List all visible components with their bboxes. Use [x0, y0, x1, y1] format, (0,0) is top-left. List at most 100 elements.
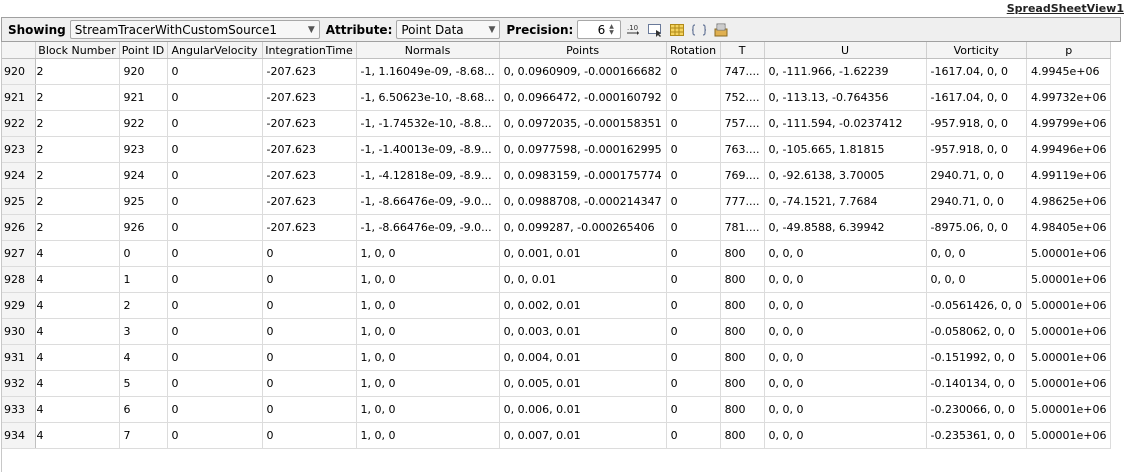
table-cell[interactable]: 0, 0.0960909, -0.000166682	[499, 58, 667, 85]
table-row[interactable]: 928 4 1 0 0 1, 0, 0 0, 0, 0.01 0 800 0, 0, 0 0, 0,…	[2, 266, 1112, 293]
row-header[interactable]: 931	[2, 344, 36, 371]
table-cell[interactable]: 0, 0.006, 0.01	[499, 396, 667, 423]
table-cell[interactable]: 0, -113.13, -0.764356	[764, 84, 927, 111]
table-cell[interactable]: 800	[720, 266, 765, 293]
table-cell[interactable]: 0	[119, 240, 168, 267]
table-cell[interactable]: 4	[35, 422, 120, 449]
table-cell[interactable]: 5	[119, 370, 168, 397]
table-cell[interactable]: 0, 0, 0	[926, 266, 1027, 293]
table-cell[interactable]: 0, 0, 0	[764, 292, 927, 319]
table-cell[interactable]: -207.623	[262, 214, 357, 241]
table-cell[interactable]: 0	[167, 58, 263, 85]
table-cell[interactable]: 6	[119, 396, 168, 423]
table-cell[interactable]: 4.98625e+06	[1026, 188, 1112, 215]
select-cells-button[interactable]	[645, 20, 665, 40]
table-cell[interactable]: 0, 0, 0	[764, 266, 927, 293]
table-row[interactable]: 930 4 3 0 0 1, 0, 0 0, 0.003, 0.01 0 800 0, 0, 0-…	[2, 318, 1112, 345]
table-row[interactable]: 922 2 922 0 -207.623 -1, -1.74532e-10, -8.8..…	[2, 110, 1112, 137]
table-cell[interactable]: 747....	[720, 58, 765, 85]
table-cell[interactable]: 5.00001e+06	[1026, 240, 1112, 267]
row-header[interactable]: 933	[2, 396, 36, 423]
column-header[interactable]: T	[720, 42, 765, 59]
table-cell[interactable]: 0	[262, 396, 357, 423]
table-cell[interactable]: 0	[167, 136, 263, 163]
table-cell[interactable]: 4	[35, 370, 120, 397]
table-cell[interactable]: 924	[119, 162, 168, 189]
table-cell[interactable]: 0	[666, 84, 721, 111]
table-cell[interactable]: 0, 0.0972035, -0.000158351	[499, 110, 667, 137]
table-cell[interactable]: -1, -1.74532e-10, -8.8...	[356, 110, 500, 137]
column-header[interactable]: Normals	[356, 42, 500, 59]
row-header[interactable]: 929	[2, 292, 36, 319]
source-select[interactable]: StreamTracerWithCustomSource1 ▼	[69, 20, 320, 39]
column-header[interactable]: IntegrationTime	[262, 42, 357, 59]
row-header[interactable]: 932	[2, 370, 36, 397]
table-cell[interactable]: 0	[666, 136, 721, 163]
table-cell[interactable]: 2940.71, 0, 0	[926, 188, 1027, 215]
row-header[interactable]: 923	[2, 136, 36, 163]
table-cell[interactable]: 0, 0, 0	[764, 370, 927, 397]
column-header[interactable]: Points	[499, 42, 667, 59]
table-cell[interactable]: 0	[262, 292, 357, 319]
table-cell[interactable]: 0	[262, 370, 357, 397]
table-cell[interactable]: 0	[666, 292, 721, 319]
table-cell[interactable]: 3	[119, 318, 168, 345]
table-cell[interactable]: 0	[262, 240, 357, 267]
table-cell[interactable]: 769....	[720, 162, 765, 189]
table-cell[interactable]: 0	[167, 422, 263, 449]
table-cell[interactable]: 4	[35, 396, 120, 423]
table-cell[interactable]: 921	[119, 84, 168, 111]
table-cell[interactable]: -1, -4.12818e-09, -8.9...	[356, 162, 500, 189]
row-header[interactable]: 934	[2, 422, 36, 449]
table-cell[interactable]: 0	[262, 266, 357, 293]
table-cell[interactable]: 0, 0.003, 0.01	[499, 318, 667, 345]
table-cell[interactable]: 1, 0, 0	[356, 370, 500, 397]
table-cell[interactable]: 4	[35, 292, 120, 319]
table-cell[interactable]: 0	[167, 162, 263, 189]
table-cell[interactable]: 5.00001e+06	[1026, 344, 1112, 371]
table-cell[interactable]: -207.623	[262, 136, 357, 163]
table-cell[interactable]: 0, 0.005, 0.01	[499, 370, 667, 397]
table-cell[interactable]: 800	[720, 422, 765, 449]
fixed-notation-button[interactable]: .10	[623, 20, 643, 40]
table-cell[interactable]: 2	[35, 84, 120, 111]
row-header[interactable]: 925	[2, 188, 36, 215]
table-cell[interactable]: 4	[35, 240, 120, 267]
column-header[interactable]: Point ID	[119, 42, 168, 59]
table-cell[interactable]: -957.918, 0, 0	[926, 136, 1027, 163]
table-cell[interactable]: 923	[119, 136, 168, 163]
row-header[interactable]: 926	[2, 214, 36, 241]
table-cell[interactable]: 0	[666, 266, 721, 293]
table-cell[interactable]: 0, 0.0988708, -0.000214347	[499, 188, 667, 215]
spreadsheet-table-area[interactable]: Block Number Point ID AngularVelocity Integ…	[1, 42, 1122, 472]
table-cell[interactable]: 5.00001e+06	[1026, 266, 1112, 293]
table-cell[interactable]: 4.98405e+06	[1026, 214, 1112, 241]
table-cell[interactable]: 1, 0, 0	[356, 240, 500, 267]
table-cell[interactable]: 0	[262, 422, 357, 449]
table-cell[interactable]: 4.99732e+06	[1026, 84, 1112, 111]
table-cell[interactable]: 0, -111.966, -1.62239	[764, 58, 927, 85]
table-cell[interactable]: 4.99119e+06	[1026, 162, 1112, 189]
table-cell[interactable]: 0	[666, 370, 721, 397]
table-cell[interactable]: 1, 0, 0	[356, 266, 500, 293]
table-cell[interactable]: 0	[666, 58, 721, 85]
table-cell[interactable]: 1	[119, 266, 168, 293]
table-cell[interactable]: 800	[720, 240, 765, 267]
table-cell[interactable]: 0	[167, 396, 263, 423]
table-cell[interactable]: 0	[666, 214, 721, 241]
table-cell[interactable]: 0	[167, 292, 263, 319]
column-header[interactable]: Block Number	[35, 42, 120, 59]
table-cell[interactable]: 2	[119, 292, 168, 319]
table-cell[interactable]: 0, 0, 0	[764, 318, 927, 345]
table-cell[interactable]: 2	[35, 136, 120, 163]
table-cell[interactable]: 0	[167, 266, 263, 293]
row-header[interactable]: 927	[2, 240, 36, 267]
table-cell[interactable]: 0, 0, 0.01	[499, 266, 667, 293]
table-cell[interactable]: 0	[167, 240, 263, 267]
table-row[interactable]: 923 2 923 0 -207.623 -1, -1.40013e-09, -8.9..…	[2, 136, 1112, 163]
table-cell[interactable]: 0, 0, 0	[926, 240, 1027, 267]
table-cell[interactable]: -0.058062, 0, 0	[926, 318, 1027, 345]
table-cell[interactable]: 0	[666, 188, 721, 215]
table-cell[interactable]: 4	[35, 318, 120, 345]
row-header[interactable]: 930	[2, 318, 36, 345]
